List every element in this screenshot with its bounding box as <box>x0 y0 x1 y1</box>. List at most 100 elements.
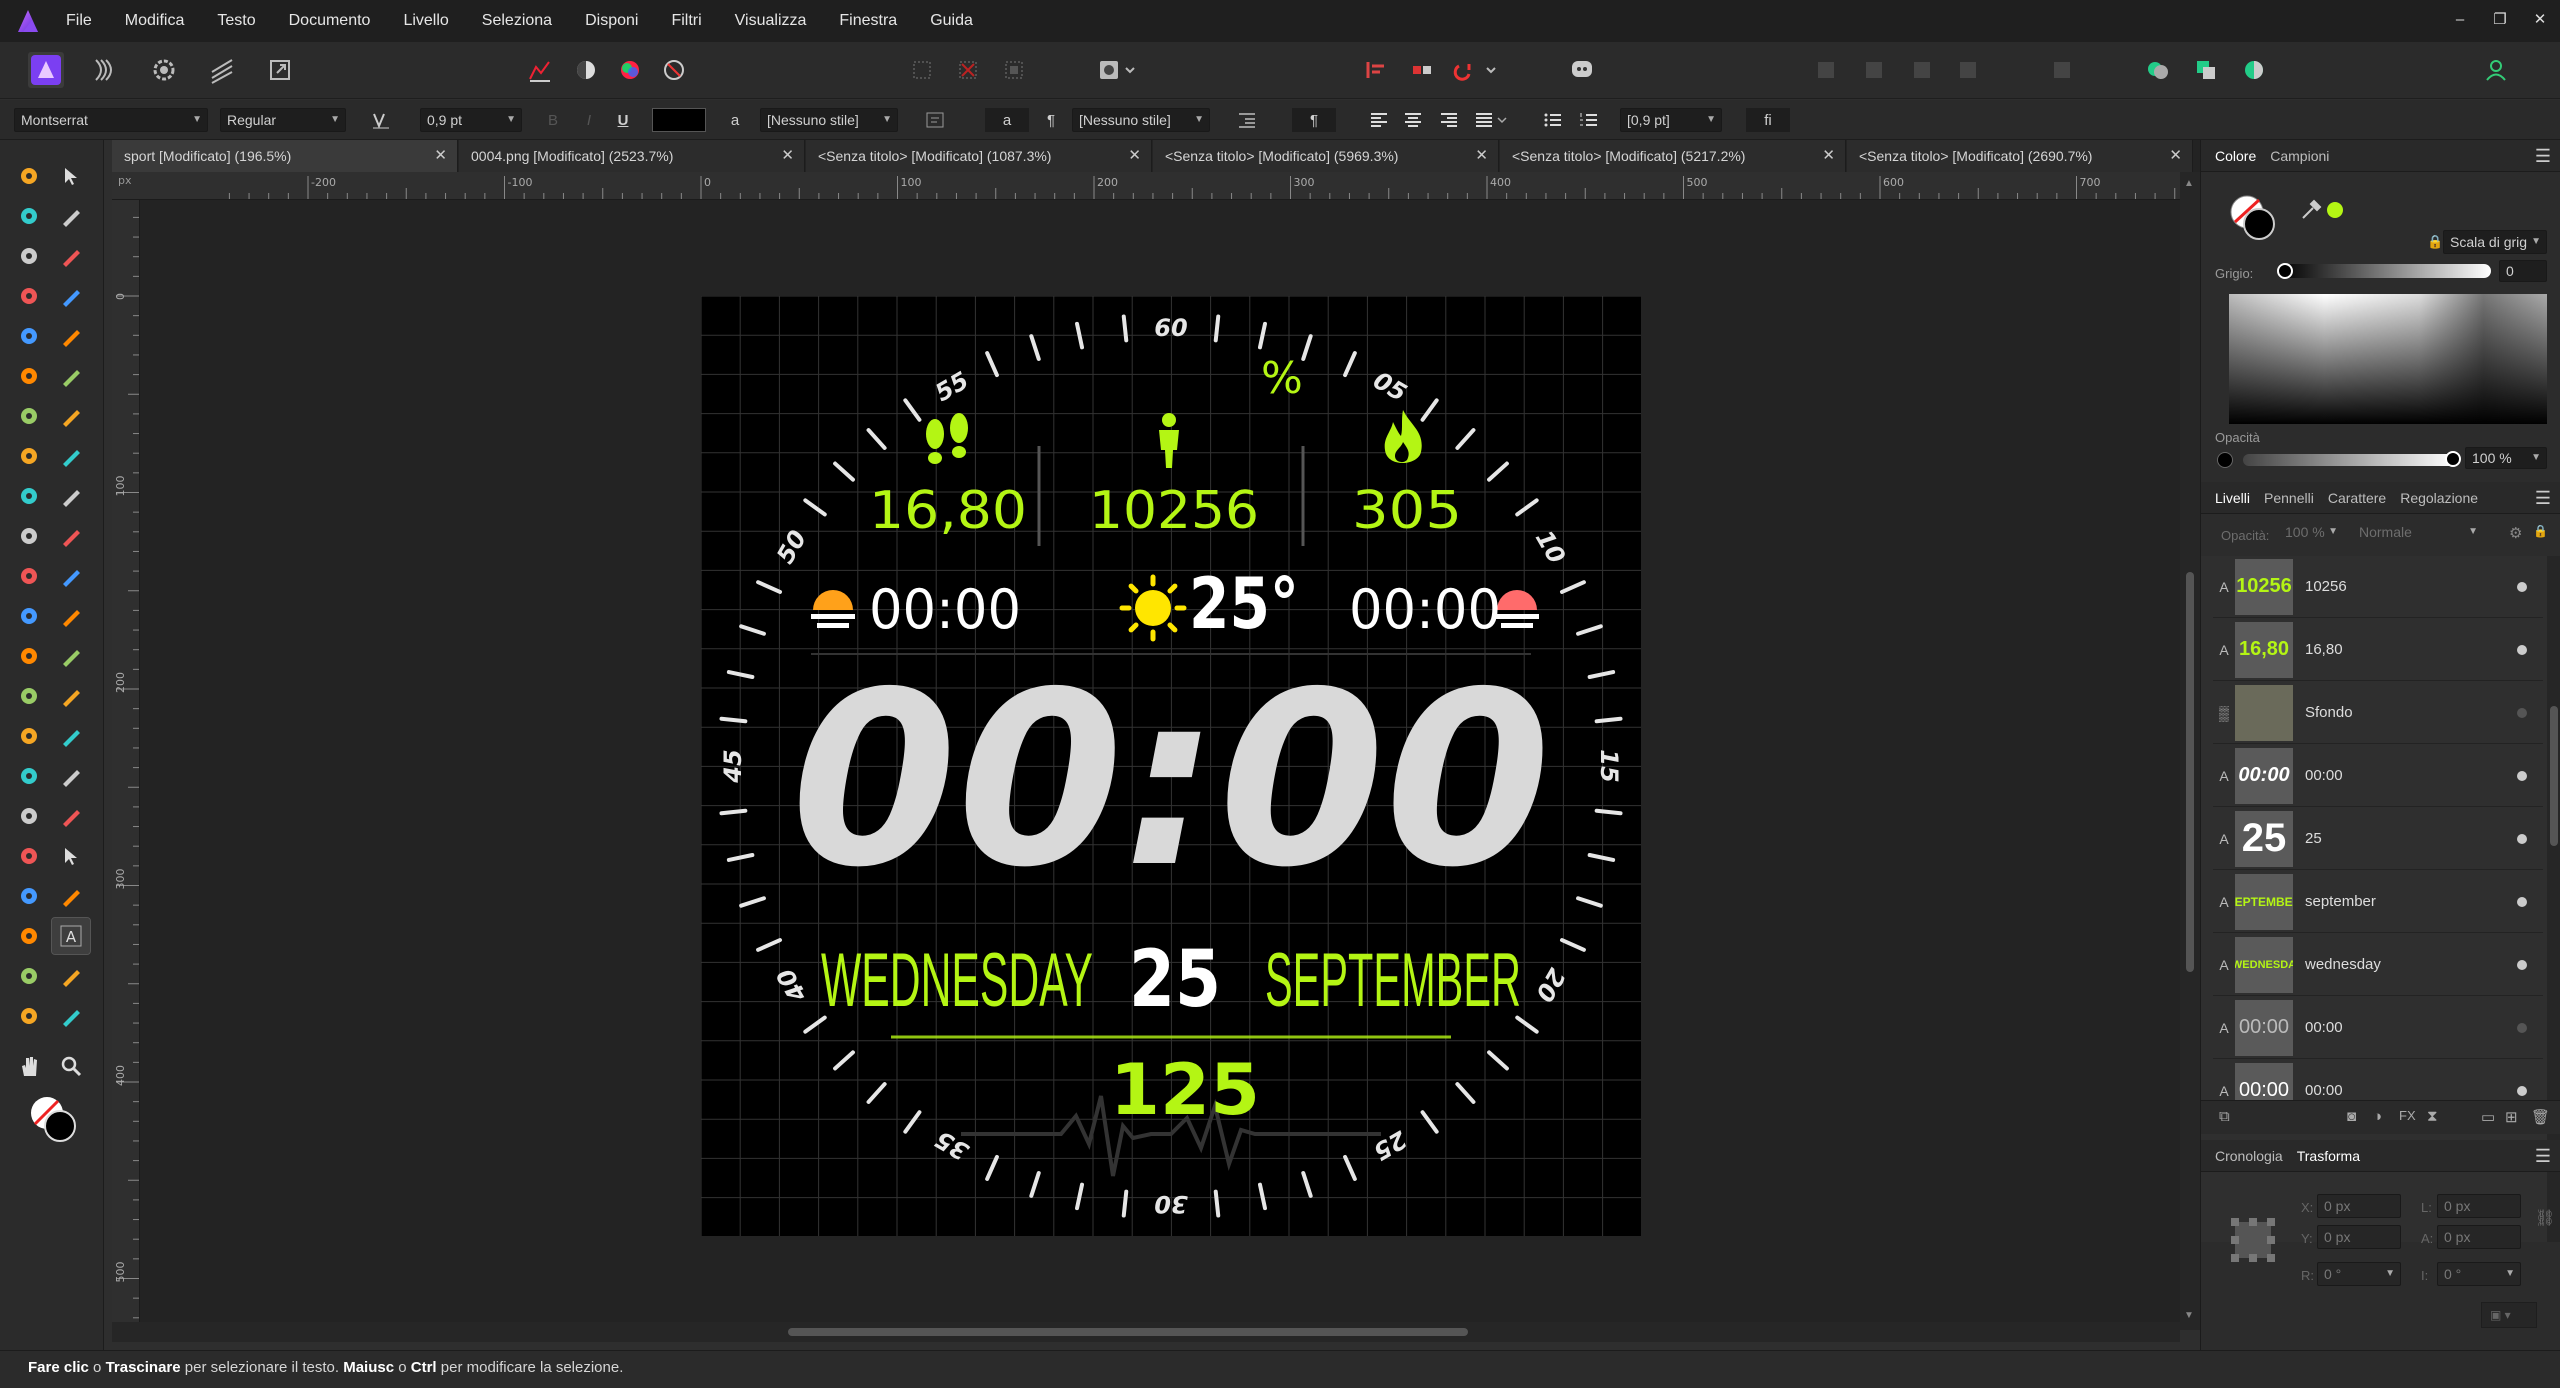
crop-icon[interactable] <box>52 318 90 354</box>
visibility-dot-icon[interactable] <box>2517 770 2527 781</box>
bulb-icon[interactable] <box>10 918 48 954</box>
fill-stroke-tool-icon[interactable] <box>28 1094 80 1146</box>
layer-row[interactable]: A 25 25 <box>2213 808 2543 870</box>
opacity-value-field[interactable]: 100 % ▼ <box>2465 447 2547 469</box>
layer-row[interactable]: ▒ Sfondo <box>2213 682 2543 744</box>
target-icon[interactable] <box>10 518 48 554</box>
minimize-button[interactable]: – <box>2440 0 2480 42</box>
align-icon[interactable] <box>1358 52 1394 88</box>
dodge-icon[interactable] <box>52 718 90 754</box>
indent-icon[interactable] <box>1234 108 1260 132</box>
color-tone-icon[interactable] <box>568 52 604 88</box>
node-icon[interactable] <box>10 838 48 874</box>
transform-shear-field[interactable]: 0 ° ▼ <box>2437 1262 2521 1286</box>
transform-rotation-field[interactable]: 0 ° ▼ <box>2317 1262 2401 1286</box>
pixel-persona-icon[interactable] <box>86 52 122 88</box>
color-wheel-icon[interactable] <box>612 52 648 88</box>
smudge-icon[interactable] <box>52 638 90 674</box>
lasso-icon[interactable] <box>52 398 90 434</box>
perspective-icon[interactable] <box>52 998 90 1034</box>
distribute-icon[interactable] <box>1404 52 1440 88</box>
graph-icon[interactable] <box>10 598 48 634</box>
share-icon[interactable] <box>262 52 298 88</box>
text-tool-icon[interactable]: A <box>51 917 91 955</box>
justify-icon[interactable] <box>1472 108 1512 132</box>
hourglass-icon[interactable]: ⧗ <box>2427 1108 2438 1125</box>
tab-untitled-4[interactable]: <Senza titolo> [Modificato] (2690.7%) ✕ <box>1847 140 2193 172</box>
panel-menu-icon[interactable]: ☰ <box>2535 1146 2551 1167</box>
align-right-icon[interactable] <box>1436 108 1462 132</box>
anchor-point-icon[interactable] <box>2229 1216 2277 1264</box>
opacity-slider[interactable] <box>2243 451 2461 467</box>
pen-icon[interactable] <box>10 238 48 274</box>
blend-icon[interactable] <box>52 558 90 594</box>
transform-width-field[interactable]: 0 px <box>2437 1194 2521 1218</box>
square-icon[interactable] <box>10 638 48 674</box>
ligatures-button[interactable]: fi <box>1746 108 1790 132</box>
grey-spectrum[interactable] <box>2229 294 2547 424</box>
layer-settings-icon[interactable]: ⚙ <box>2509 524 2522 542</box>
layer-row[interactable]: A 16,80 16,80 <box>2213 619 2543 681</box>
globe-icon[interactable] <box>10 478 48 514</box>
horizontal-scrollbar[interactable] <box>112 1322 2180 1342</box>
mesh-icon[interactable] <box>52 798 90 834</box>
marquee-icon[interactable] <box>52 478 90 514</box>
visibility-dot-icon[interactable] <box>2517 833 2527 844</box>
menu-window[interactable]: Finestra <box>839 12 897 30</box>
tab-layers[interactable]: Livelli <box>2215 490 2250 506</box>
visibility-dot-icon[interactable] <box>2517 896 2527 907</box>
underline-button[interactable]: U <box>610 108 636 132</box>
fill-stroke-swatch[interactable] <box>2227 192 2281 246</box>
vertical-scrollbar[interactable]: ▲ ▼ <box>2180 172 2200 1330</box>
char-style-icon[interactable]: a <box>722 108 748 132</box>
visibility-dot-icon[interactable] <box>2517 959 2527 970</box>
layer-row[interactable]: A 00:00 00:00 <box>2213 745 2543 807</box>
mask-icon[interactable]: ◙ <box>2347 1108 2356 1125</box>
bold-button[interactable]: B <box>540 108 566 132</box>
drop-icon[interactable] <box>10 758 48 794</box>
pencil-icon[interactable] <box>10 878 48 914</box>
layer-row[interactable]: ASEPTEMBERseptember <box>2213 871 2543 933</box>
paragraph-a-icon[interactable]: a <box>985 108 1029 132</box>
geometry-3-icon[interactable] <box>2236 52 2272 88</box>
compass-icon[interactable] <box>656 52 692 88</box>
visibility-dot-icon[interactable] <box>2517 1022 2527 1033</box>
vector-icon[interactable] <box>10 438 48 474</box>
invert-selection-icon[interactable] <box>996 52 1032 88</box>
visibility-dot-icon[interactable] <box>2517 644 2527 655</box>
layer-opacity-field[interactable]: 100 % ▼ <box>2279 522 2343 544</box>
numbered-list-icon[interactable] <box>1576 108 1602 132</box>
move-icon[interactable] <box>52 158 90 194</box>
context-toolbar-icon[interactable] <box>10 158 48 194</box>
tab-character[interactable]: Carattere <box>2328 490 2386 506</box>
blend-mode-select[interactable]: Normale ▼ <box>2353 522 2483 544</box>
tab-0004[interactable]: 0004.png [Modificato] (2523.7%) ✕ <box>459 140 805 172</box>
tab-brushes[interactable]: Pennelli <box>2264 490 2314 506</box>
menu-text[interactable]: Testo <box>217 12 255 30</box>
sigma-icon[interactable] <box>10 798 48 834</box>
paragraph-style-select[interactable]: [Nessuno stile] ▼ <box>1072 108 1210 132</box>
tab-adjustment[interactable]: Regolazione <box>2400 490 2478 506</box>
geometry-1-icon[interactable] <box>2140 52 2176 88</box>
align-center-icon[interactable] <box>1400 108 1426 132</box>
color-mode-select[interactable]: Scala di grig ▼ <box>2443 230 2547 254</box>
close-tab-icon[interactable]: ✕ <box>434 140 447 172</box>
transform-x-field[interactable]: 0 px <box>2317 1194 2401 1218</box>
font-size-field[interactable]: 0,9 pt ▼ <box>420 108 522 132</box>
tab-color[interactable]: Colore <box>2215 148 2256 164</box>
zoom-icon[interactable] <box>52 1048 90 1084</box>
tab-swatches[interactable]: Campioni <box>2270 148 2329 164</box>
lock-icon[interactable]: 🔒 <box>2427 234 2443 250</box>
restore-button[interactable]: ❐ <box>2480 0 2520 42</box>
visibility-dot-icon[interactable] <box>2517 1085 2527 1096</box>
character-style-select[interactable]: [Nessuno stile] ▼ <box>760 108 898 132</box>
menu-edit[interactable]: Modifica <box>125 12 185 30</box>
wave-icon[interactable] <box>10 718 48 754</box>
designer-persona-icon[interactable] <box>28 52 64 88</box>
link-ratio-icon[interactable]: ⛓ <box>2535 1208 2555 1228</box>
pixel-icon[interactable] <box>10 198 48 234</box>
ring-icon[interactable] <box>10 998 48 1034</box>
snapping-icon[interactable] <box>1450 52 1506 88</box>
transform-y-field[interactable]: 0 px <box>2317 1225 2401 1249</box>
user-account-icon[interactable] <box>2478 52 2514 88</box>
